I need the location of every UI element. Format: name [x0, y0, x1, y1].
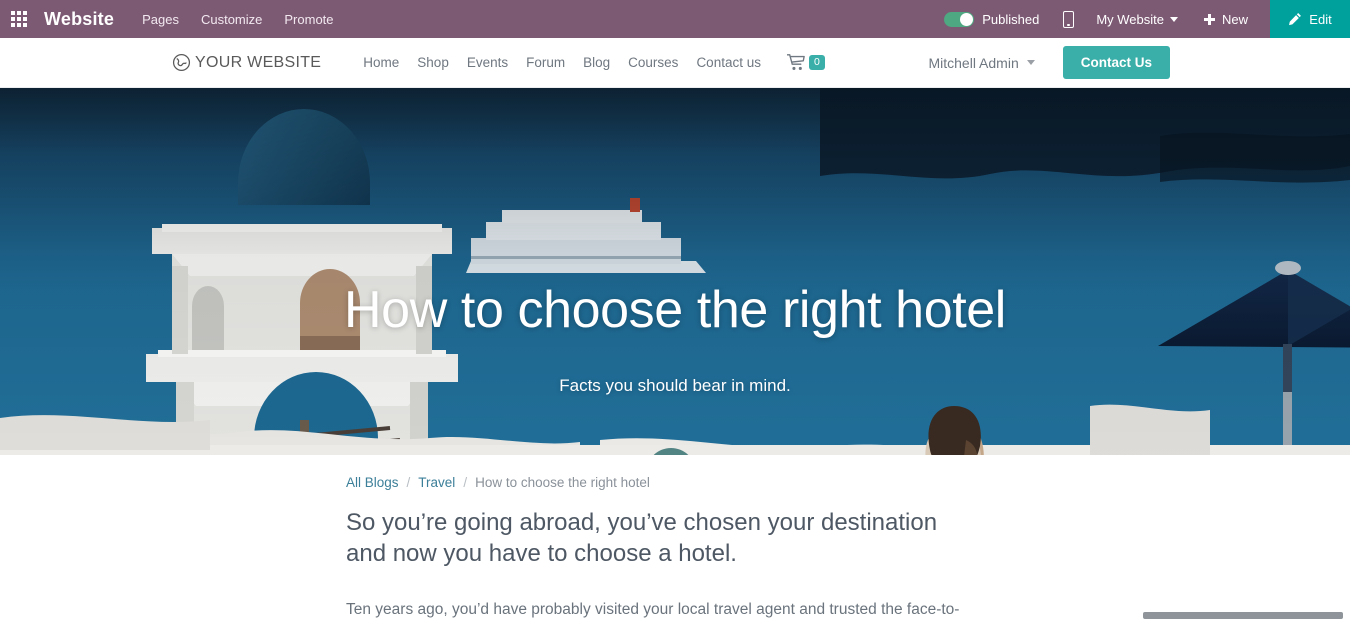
user-menu-label: Mitchell Admin	[928, 54, 1019, 71]
backend-top-bar-right: Published My Website New Edit	[944, 0, 1350, 38]
nav-link-home[interactable]: Home	[363, 55, 399, 70]
hero-title: How to choose the right hotel	[344, 281, 1006, 339]
pencil-icon	[1289, 13, 1302, 26]
nav-link-blog[interactable]: Blog	[583, 55, 610, 70]
plus-icon	[1203, 13, 1215, 25]
article-body: All Blogs / Travel / How to choose the r…	[0, 455, 1350, 621]
backend-app-title: Website	[44, 8, 115, 29]
backend-menu-pages[interactable]: Pages	[142, 12, 179, 27]
cart-count-badge: 0	[808, 55, 825, 70]
site-logo[interactable]: YOUR WEBSITE	[172, 53, 321, 72]
backend-menu-customize[interactable]: Customize	[201, 12, 262, 27]
apps-grid-icon[interactable]	[0, 0, 38, 38]
website-selector-label: My Website	[1096, 11, 1164, 27]
breadcrumb-separator: /	[406, 475, 411, 490]
mobile-phone-icon[interactable]	[1063, 10, 1075, 28]
website-selector[interactable]: My Website	[1096, 12, 1178, 27]
backend-menu: Pages Customize Promote	[142, 12, 333, 27]
website-navbar: YOUR WEBSITE Home Shop Events Forum Blog…	[0, 38, 1350, 88]
chevron-down-icon	[1169, 16, 1178, 22]
backend-top-bar: Website Pages Customize Promote Publishe…	[0, 0, 1350, 38]
publish-label: Published	[982, 11, 1040, 27]
contact-us-button[interactable]: Contact Us	[1062, 46, 1170, 79]
breadcrumb-separator: /	[463, 475, 468, 490]
article-paragraph: Ten years ago, you’d have probably visit…	[346, 601, 960, 618]
new-button-label: New	[1221, 11, 1248, 27]
backend-menu-promote[interactable]: Promote	[284, 12, 333, 27]
horizontal-scrollbar[interactable]	[1143, 612, 1343, 619]
hero-background-image	[0, 88, 1350, 455]
site-logo-text: YOUR WEBSITE	[195, 53, 322, 71]
edit-button-label: Edit	[1309, 11, 1332, 27]
nav-link-forum[interactable]: Forum	[526, 55, 565, 70]
breadcrumb: All Blogs / Travel / How to choose the r…	[346, 475, 650, 490]
nav-link-shop[interactable]: Shop	[417, 55, 449, 70]
cart-button[interactable]: 0	[786, 54, 825, 71]
hero-subtitle: Facts you should bear in mind.	[559, 376, 791, 395]
hero-banner: How to choose the right hotel Facts you …	[0, 88, 1350, 455]
chevron-down-icon	[1026, 60, 1035, 65]
publish-switch-icon[interactable]	[944, 11, 975, 27]
nav-link-courses[interactable]: Courses	[628, 55, 678, 70]
website-nav-right: Mitchell Admin Contact Us	[928, 46, 1170, 79]
edit-button[interactable]: Edit	[1270, 0, 1350, 38]
shopping-cart-icon	[786, 54, 805, 70]
article-lead-paragraph: So you’re going abroad, you’ve chosen yo…	[346, 509, 938, 567]
user-menu[interactable]: Mitchell Admin	[928, 54, 1035, 71]
nav-link-events[interactable]: Events	[467, 55, 508, 70]
publish-toggle[interactable]: Published	[944, 11, 1040, 27]
website-nav-links: Home Shop Events Forum Blog Courses Cont…	[363, 55, 761, 70]
breadcrumb-current: How to choose the right hotel	[475, 475, 650, 490]
breadcrumb-all-blogs[interactable]: All Blogs	[346, 475, 399, 490]
new-button[interactable]: New	[1203, 11, 1248, 27]
breadcrumb-category[interactable]: Travel	[418, 475, 455, 490]
nav-link-contact-us[interactable]: Contact us	[696, 55, 761, 70]
globe-icon	[172, 53, 191, 72]
